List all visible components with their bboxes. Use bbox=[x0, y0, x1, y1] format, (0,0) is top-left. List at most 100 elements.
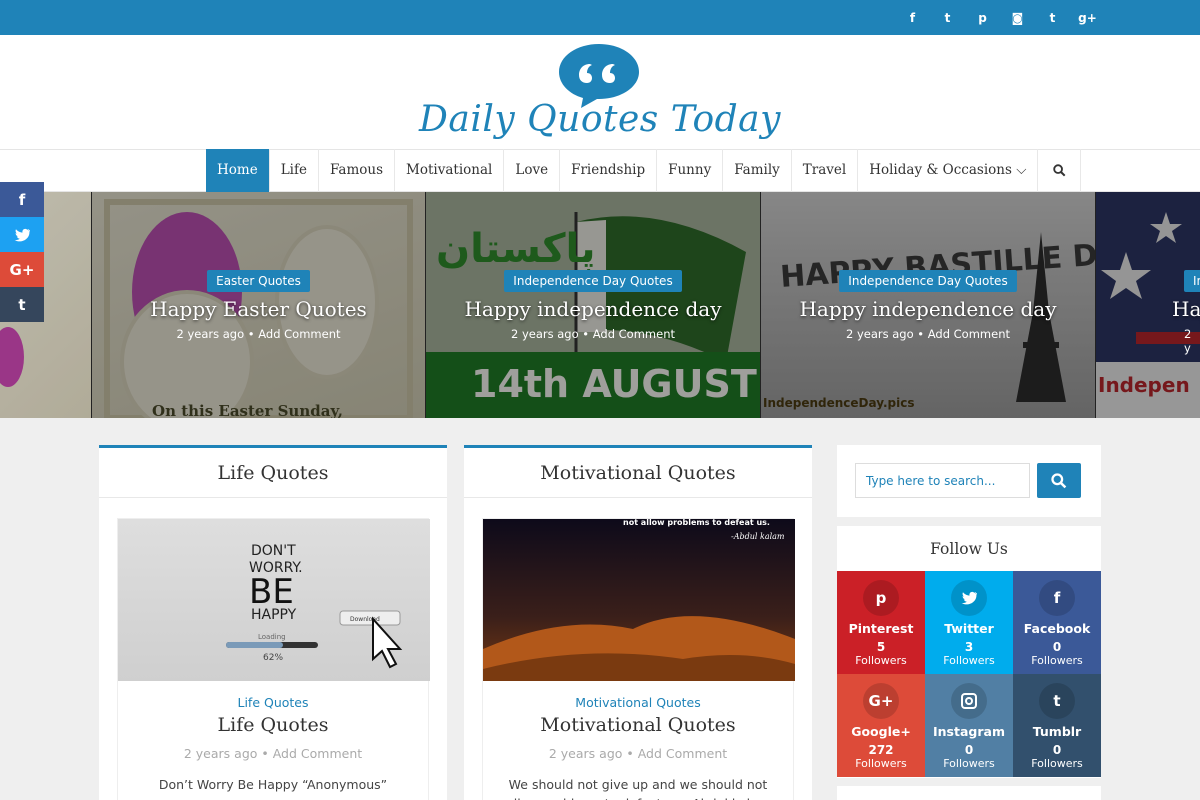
post-thumbnail[interactable]: not allow problems to defeat us. -Abdul … bbox=[483, 519, 795, 681]
widget-title: Follow Us bbox=[930, 540, 1008, 558]
nav-item-motivational[interactable]: Motivational bbox=[395, 149, 505, 192]
post-category-link[interactable]: Life Quotes bbox=[118, 695, 428, 710]
search-icon bbox=[1051, 472, 1067, 488]
featured-slider: On this Easter Sunday, Easter Quotes Hap… bbox=[0, 192, 1200, 418]
follow-network-name: Instagram bbox=[933, 724, 1005, 739]
slide-title[interactable]: Happ bbox=[1096, 297, 1200, 321]
slide-bastille[interactable]: HAPPY BASTILLE DAY IndependenceDay.pics … bbox=[761, 192, 1095, 418]
instagram-icon[interactable]: ◙ bbox=[1000, 0, 1035, 35]
share-twitter-button[interactable] bbox=[0, 217, 44, 252]
facebook-icon[interactable]: f bbox=[895, 0, 930, 35]
follow-label: Followers bbox=[855, 654, 907, 667]
nav-item-travel[interactable]: Travel bbox=[792, 149, 859, 192]
follow-us-widget: Follow Us p Pinterest 5 Followers Twitte… bbox=[837, 526, 1101, 778]
svg-text:62%: 62% bbox=[263, 653, 283, 663]
slide-category-badge[interactable]: Easter Quotes bbox=[207, 270, 310, 292]
follow-count: 0 bbox=[964, 743, 974, 757]
google-plus-icon: G+ bbox=[9, 260, 35, 279]
follow-pinterest[interactable]: p Pinterest 5 Followers bbox=[837, 571, 925, 674]
follow-twitter[interactable]: Twitter 3 Followers bbox=[925, 571, 1013, 674]
post-meta: 2 years ago • Add Comment bbox=[548, 746, 728, 761]
post-category-link[interactable]: Motivational Quotes bbox=[483, 695, 793, 710]
life-quotes-section: Life Quotes DON'T WORRY. BE HAPPY Loadin… bbox=[99, 445, 447, 800]
follow-label: Followers bbox=[943, 757, 995, 770]
follow-count: 3 bbox=[964, 640, 974, 654]
follow-network-name: Facebook bbox=[1023, 621, 1091, 636]
sidebar-search-widget: Type here to search... bbox=[837, 445, 1101, 517]
follow-count: 0 bbox=[1052, 640, 1062, 654]
site-header: Daily Quotes Today bbox=[0, 35, 1200, 149]
nav-item-home[interactable]: Home bbox=[206, 149, 270, 192]
post-title[interactable]: Life Quotes bbox=[118, 714, 428, 736]
twitter-icon bbox=[951, 580, 987, 616]
nav-item-friendship[interactable]: Friendship bbox=[560, 149, 658, 192]
nav-item-love[interactable]: Love bbox=[504, 149, 561, 192]
follow-network-name: Tumblr bbox=[1032, 724, 1082, 739]
follow-network-name: Google+ bbox=[851, 724, 911, 739]
nav-search[interactable] bbox=[1038, 149, 1082, 192]
slide-category-badge[interactable]: Independence Day Quotes bbox=[839, 270, 1017, 292]
tumblr-icon: t bbox=[1039, 683, 1075, 719]
follow-count: 5 bbox=[876, 640, 886, 654]
slide-title[interactable]: Happy independence day bbox=[761, 297, 1095, 321]
follow-google-plus[interactable]: G+ Google+ 272 Followers bbox=[837, 674, 925, 777]
desert-night-image: not allow problems to defeat us. -Abdul … bbox=[483, 519, 795, 681]
follow-count: 0 bbox=[1052, 743, 1062, 757]
section-title[interactable]: Motivational Quotes bbox=[464, 448, 812, 498]
follow-instagram[interactable]: Instagram 0 Followers bbox=[925, 674, 1013, 777]
svg-text:HAPPY: HAPPY bbox=[251, 607, 297, 623]
section-title[interactable]: Life Quotes bbox=[99, 448, 447, 498]
tumblr-icon[interactable]: t bbox=[1035, 0, 1070, 35]
follow-label: Followers bbox=[1031, 654, 1083, 667]
slide-partial-right[interactable]: Indepen In Happ 2 y bbox=[1096, 192, 1200, 418]
nav-item-life[interactable]: Life bbox=[270, 149, 319, 192]
follow-tumblr[interactable]: t Tumblr 0 Followers bbox=[1013, 674, 1101, 777]
sidebar-next-widget bbox=[837, 786, 1101, 800]
slide-pakistan[interactable]: پاکستان 14th AUGUST Independence Day Quo… bbox=[426, 192, 760, 418]
facebook-icon: f bbox=[1039, 580, 1075, 616]
post-title[interactable]: Motivational Quotes bbox=[483, 714, 793, 736]
svg-text:DON'T: DON'T bbox=[251, 543, 296, 559]
share-facebook-button[interactable]: f bbox=[0, 182, 44, 217]
slide-meta: 2 years ago • Add Comment bbox=[510, 327, 675, 341]
slide-easter[interactable]: On this Easter Sunday, Easter Quotes Hap… bbox=[92, 192, 425, 418]
pinterest-icon: p bbox=[863, 580, 899, 616]
google-plus-icon[interactable]: g+ bbox=[1070, 0, 1105, 35]
slide-category-badge[interactable]: In bbox=[1184, 270, 1200, 292]
twitter-icon[interactable]: t bbox=[930, 0, 965, 35]
share-google-plus-button[interactable]: G+ bbox=[0, 252, 44, 287]
be-happy-image: DON'T WORRY. BE HAPPY Loading 62% Downlo… bbox=[226, 543, 403, 669]
svg-text:-Abdul kalam: -Abdul kalam bbox=[731, 532, 785, 541]
search-input[interactable]: Type here to search... bbox=[855, 463, 1030, 498]
top-bar: f t p ◙ t g+ bbox=[0, 0, 1200, 35]
search-button[interactable] bbox=[1037, 463, 1081, 498]
nav-item-funny[interactable]: Funny bbox=[657, 149, 724, 192]
slide-category-badge[interactable]: Independence Day Quotes bbox=[504, 270, 682, 292]
post-card: DON'T WORRY. BE HAPPY Loading 62% Downlo… bbox=[117, 518, 430, 800]
floating-share-bar: f G+ t bbox=[0, 182, 44, 322]
google-plus-icon: G+ bbox=[863, 683, 899, 719]
share-tumblr-button[interactable]: t bbox=[0, 287, 44, 322]
nav-item-holiday-occasions[interactable]: Holiday & Occasions ⌵ bbox=[858, 149, 1039, 192]
facebook-icon: f bbox=[18, 190, 26, 209]
top-social-links: f t p ◙ t g+ bbox=[895, 0, 1105, 35]
nav-item-family[interactable]: Family bbox=[723, 149, 792, 192]
follow-network-name: Pinterest bbox=[848, 621, 914, 636]
post-thumbnail[interactable]: DON'T WORRY. BE HAPPY Loading 62% Downlo… bbox=[118, 519, 430, 681]
pinterest-icon[interactable]: p bbox=[965, 0, 1000, 35]
tumblr-icon: t bbox=[18, 295, 26, 314]
search-icon bbox=[1053, 164, 1066, 177]
motivational-quotes-section: Motivational Quotes not allow problems t… bbox=[464, 445, 812, 800]
slide-meta: 2 y bbox=[1184, 327, 1192, 355]
follow-network-name: Twitter bbox=[944, 621, 994, 636]
svg-text:not allow problems to defeat u: not allow problems to defeat us. bbox=[623, 519, 770, 527]
slide-meta: 2 years ago • Add Comment bbox=[176, 327, 341, 341]
follow-facebook[interactable]: f Facebook 0 Followers bbox=[1013, 571, 1101, 674]
slide-title[interactable]: Happy independence day bbox=[426, 297, 760, 321]
nav-item-famous[interactable]: Famous bbox=[319, 149, 396, 192]
site-title[interactable]: Daily Quotes Today bbox=[0, 99, 1200, 140]
post-meta: 2 years ago • Add Comment bbox=[183, 746, 363, 761]
slide-title[interactable]: Happy Easter Quotes bbox=[92, 297, 425, 321]
post-excerpt: Don’t Worry Be Happy “Anonymous” bbox=[158, 777, 388, 792]
main-nav: Home Life Famous Motivational Love Frien… bbox=[0, 149, 1200, 192]
